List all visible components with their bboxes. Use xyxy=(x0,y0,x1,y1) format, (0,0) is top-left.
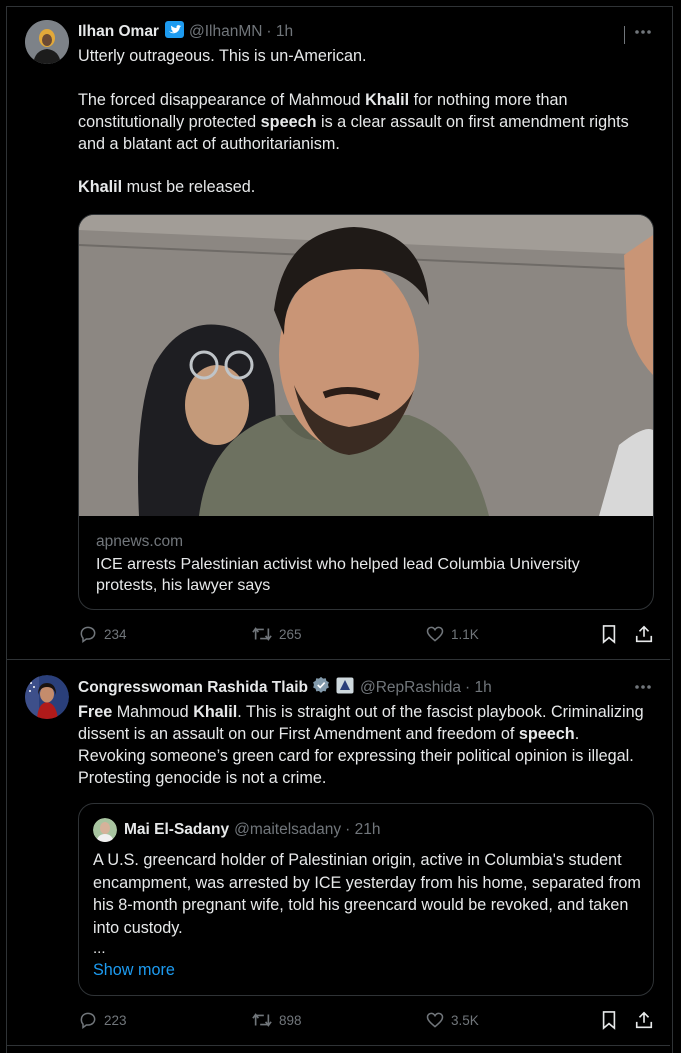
reply-button[interactable]: 223 xyxy=(78,1010,127,1030)
tweet-paragraph: The forced disappearance of Mahmoud Khal… xyxy=(78,89,648,155)
quote-ellipsis: ... xyxy=(93,940,106,957)
tweet-text: Utterly outrageous. This is un-American.… xyxy=(78,45,648,198)
avatar[interactable] xyxy=(25,20,69,64)
quote-timestamp[interactable]: · 21h xyxy=(345,821,380,839)
reply-button[interactable]: 234 xyxy=(78,624,127,644)
tweet-header: Ilhan Omar @IlhanMN · 1h xyxy=(78,21,293,43)
text-run: Mahmoud xyxy=(112,703,194,721)
like-button[interactable]: 1.1K xyxy=(425,624,479,644)
link-card[interactable]: apnews.com ICE arrests Palestinian activ… xyxy=(78,214,654,610)
link-card-domain: apnews.com xyxy=(96,533,184,550)
reply-count: 223 xyxy=(104,1012,127,1028)
author-name[interactable]: Ilhan Omar xyxy=(78,23,159,41)
quote-author-handle[interactable]: @maitelsadany xyxy=(234,821,341,839)
timestamp[interactable]: · 1h xyxy=(266,23,293,41)
share-icon xyxy=(635,625,653,643)
like-icon xyxy=(426,1012,444,1028)
more-icon[interactable] xyxy=(634,674,652,695)
repost-icon xyxy=(252,627,272,641)
avatar-image xyxy=(93,818,117,842)
tweet-divider xyxy=(7,1045,670,1046)
tweet-actions: 223 898 3.5K xyxy=(78,1010,656,1034)
tweet-paragraph: Utterly outrageous. This is un-American. xyxy=(78,47,367,65)
repost-icon xyxy=(252,1013,272,1027)
gov-label-icon xyxy=(336,677,354,699)
text-run-bold: Khalil xyxy=(78,178,123,196)
link-card-title: ICE arrests Palestinian activist who hel… xyxy=(96,556,580,594)
avatar-image xyxy=(25,675,69,719)
twitter-bird-icon xyxy=(164,21,184,43)
quote-tweet[interactable]: Mai El-Sadany @maitelsadany · 21h A U.S.… xyxy=(78,803,654,996)
like-count: 1.1K xyxy=(451,626,479,642)
repost-button[interactable]: 898 xyxy=(251,1010,302,1030)
tweet-header: Congresswoman Rashida Tlaib @RepRashida … xyxy=(78,676,492,699)
text-run-bold: Free xyxy=(78,703,113,721)
photo-illustration xyxy=(79,215,653,516)
author-handle[interactable]: @IlhanMN xyxy=(189,23,262,41)
bookmark-icon xyxy=(602,625,616,644)
quote-text: A U.S. greencard holder of Palestinian o… xyxy=(93,851,641,937)
show-more-link[interactable]: Show more xyxy=(93,961,175,980)
author-name[interactable]: Congresswoman Rashida Tlaib xyxy=(78,679,308,697)
author-handle[interactable]: @RepRashida xyxy=(360,679,461,697)
bookmark-icon xyxy=(602,1011,616,1030)
bookmark-button[interactable] xyxy=(600,1010,624,1030)
more-icon[interactable] xyxy=(634,19,652,40)
text-run-bold: speech xyxy=(260,113,317,131)
share-icon xyxy=(635,1011,653,1029)
bookmark-button[interactable] xyxy=(600,624,624,644)
share-button[interactable] xyxy=(634,1010,660,1030)
like-button[interactable]: 3.5K xyxy=(425,1010,479,1030)
repost-count: 898 xyxy=(279,1012,302,1028)
avatar[interactable] xyxy=(25,675,69,719)
text-run-bold: Khalil xyxy=(365,91,410,109)
reply-icon xyxy=(80,626,96,643)
timestamp[interactable]: · 1h xyxy=(465,679,492,697)
reply-count: 234 xyxy=(104,626,127,642)
link-card-image[interactable] xyxy=(79,215,653,516)
tweet-paragraph: Khalil must be released. xyxy=(78,176,648,198)
like-count: 3.5K xyxy=(451,1012,479,1028)
verified-check-icon xyxy=(312,676,330,699)
quote-header: Mai El-Sadany @maitelsadany · 21h xyxy=(124,821,381,839)
text-run: The forced disappearance of Mahmoud xyxy=(78,91,366,109)
divider-bar xyxy=(624,26,625,44)
avatar-image xyxy=(25,20,69,64)
quote-author-name[interactable]: Mai El-Sadany xyxy=(124,821,229,839)
quote-avatar[interactable] xyxy=(93,818,117,842)
tweet-actions: 234 265 1.1K xyxy=(78,624,656,648)
reply-icon xyxy=(80,1012,96,1029)
like-icon xyxy=(426,626,444,642)
text-run: must be released. xyxy=(122,178,256,196)
text-run-bold: speech xyxy=(518,725,575,743)
tweet-paragraph: Free Mahmoud Khalil. This is straight ou… xyxy=(78,701,650,789)
repost-button[interactable]: 265 xyxy=(251,624,302,644)
repost-count: 265 xyxy=(279,626,302,642)
text-run-bold: Khalil xyxy=(193,703,238,721)
tweet-text: Free Mahmoud Khalil. This is straight ou… xyxy=(78,701,650,789)
share-button[interactable] xyxy=(634,624,660,644)
